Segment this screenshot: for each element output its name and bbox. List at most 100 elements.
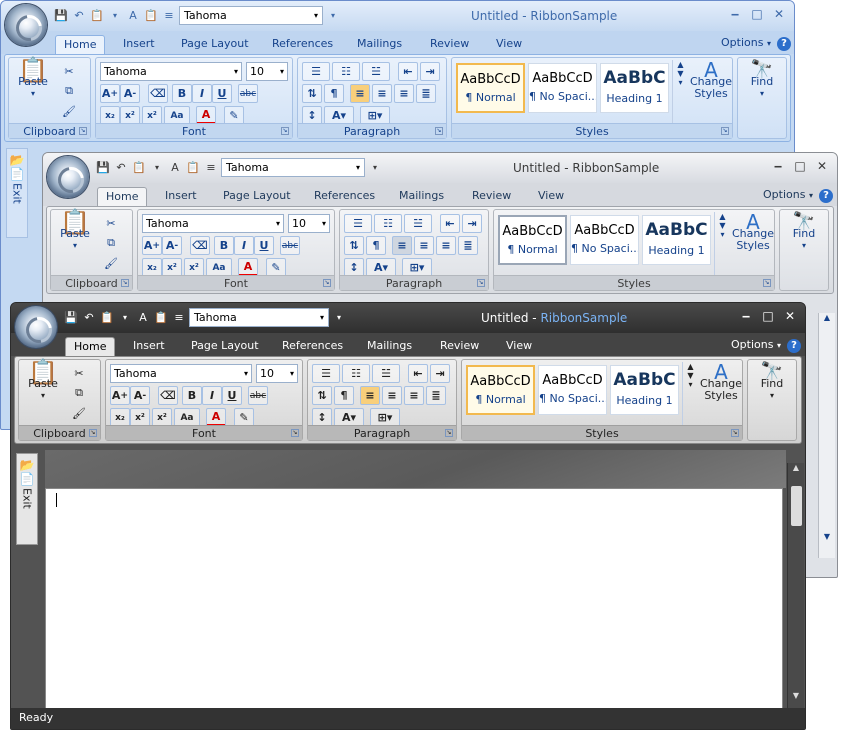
bold-icon[interactable]: B xyxy=(172,84,192,103)
font-size-combo[interactable]: 10 ▾ xyxy=(256,364,298,383)
application-button[interactable] xyxy=(15,306,57,348)
clear-formatting-icon[interactable]: ⌫ xyxy=(148,84,168,103)
title-bar[interactable]: 💾 ↶ 📋 ▾ A 📋 ≡ Tahoma ▾ ▾ Untitled - Ribbo… xyxy=(1,1,794,31)
style-heading-1[interactable]: AaBbC Heading 1 xyxy=(610,365,679,415)
close-button[interactable]: ✕ xyxy=(770,6,788,22)
minimize-button[interactable]: ‒ xyxy=(737,308,755,324)
save-icon[interactable]: 💾 xyxy=(53,8,69,24)
maximize-button[interactable]: □ xyxy=(748,6,766,22)
title-bar[interactable]: 💾 ↶ 📋 ▾ A 📋 ≡ Tahoma ▾ ▾ Untitled - Ribbo… xyxy=(11,303,805,333)
dialog-launcher-icon[interactable]: ↘ xyxy=(121,279,129,287)
tab-home[interactable]: Home xyxy=(55,35,106,54)
style-heading-1[interactable]: AaBbC Heading 1 xyxy=(642,215,711,265)
paste-button[interactable]: 📋 Paste ▾ xyxy=(13,58,53,100)
open-icon[interactable]: 📂 xyxy=(7,153,27,167)
scroll-down-icon[interactable]: ▼ xyxy=(819,532,835,541)
font-size-combo[interactable]: 10 ▾ xyxy=(246,62,288,81)
tab-references[interactable]: References xyxy=(306,187,383,206)
align-center-icon[interactable]: ≡ xyxy=(414,236,434,255)
align-right-icon[interactable]: ≡ xyxy=(394,84,414,103)
sort-icon[interactable]: ⇅ xyxy=(302,84,322,103)
scroll-up-icon[interactable]: ▲ xyxy=(788,463,804,472)
style-no-spacing[interactable]: AaBbCcD ¶ No Spaci... xyxy=(528,63,597,113)
font-name-combo[interactable]: Tahoma ▾ xyxy=(110,364,252,383)
paste-icon[interactable]: 📋 xyxy=(131,160,147,176)
change-styles-button[interactable]: A Change Styles xyxy=(690,60,732,100)
style-no-spacing[interactable]: AaBbCcD ¶ No Spaci... xyxy=(570,215,639,265)
paste-icon[interactable]: 📋 xyxy=(99,310,115,326)
paste-button[interactable]: 📋 Paste ▾ xyxy=(55,210,95,252)
font-name-combo[interactable]: Tahoma ▾ xyxy=(100,62,242,81)
multilevel-list-icon[interactable]: ☱ xyxy=(372,364,400,383)
options-menu[interactable]: Options ▾? xyxy=(763,188,833,203)
italic-icon[interactable]: I xyxy=(202,386,222,405)
tab-page-layout[interactable]: Page Layout xyxy=(215,187,299,206)
tab-references[interactable]: References xyxy=(264,35,341,54)
numbering-icon[interactable]: ☷ xyxy=(374,214,402,233)
grow-font-icon[interactable]: A + xyxy=(142,236,162,255)
document-editor[interactable] xyxy=(45,488,783,709)
dialog-launcher-icon[interactable]: ↘ xyxy=(731,429,739,437)
undo-icon[interactable]: ↶ xyxy=(113,160,129,176)
bullets-icon[interactable]: ☰ xyxy=(344,214,372,233)
align-left-icon[interactable]: ≡ xyxy=(350,84,370,103)
style-normal[interactable]: AaBbCcD ¶ Normal xyxy=(498,215,567,265)
application-button[interactable] xyxy=(47,156,89,198)
font-color-icon[interactable]: A xyxy=(167,160,183,176)
qat-font-box[interactable]: Tahoma ▾ xyxy=(189,308,329,327)
cut-icon[interactable]: ✂ xyxy=(101,214,121,232)
maximize-button[interactable]: □ xyxy=(791,158,809,174)
vertical-scrollbar[interactable]: ▲ ▼ xyxy=(818,313,835,558)
dropdown-arrow-icon[interactable]: ▾ xyxy=(149,160,165,176)
underline-icon[interactable]: U xyxy=(212,84,232,103)
dropdown-arrow-icon[interactable]: ▾ xyxy=(107,8,123,24)
dialog-launcher-icon[interactable]: ↘ xyxy=(89,429,97,437)
strikethrough-icon[interactable]: abc xyxy=(280,236,300,255)
tab-review[interactable]: Review xyxy=(464,187,519,206)
tab-mailings[interactable]: Mailings xyxy=(359,337,420,356)
change-styles-button[interactable]: A Change Styles xyxy=(700,362,742,402)
align-icon[interactable]: ≡ xyxy=(161,8,177,24)
options-menu[interactable]: Options ▾? xyxy=(731,338,801,353)
italic-icon[interactable]: I xyxy=(192,84,212,103)
shrink-font-icon[interactable]: A- xyxy=(120,84,140,103)
align-right-icon[interactable]: ≡ xyxy=(436,236,456,255)
tab-home[interactable]: Home xyxy=(65,337,116,356)
decrease-indent-icon[interactable]: ⇤ xyxy=(398,62,418,81)
tab-mailings[interactable]: Mailings xyxy=(391,187,452,206)
customize-qat-icon[interactable]: ▾ xyxy=(325,8,341,24)
help-icon[interactable]: ? xyxy=(818,189,833,203)
copy-icon[interactable]: ⧉ xyxy=(101,234,121,252)
align-left-icon[interactable]: ≡ xyxy=(392,236,412,255)
tab-page-layout[interactable]: Page Layout xyxy=(173,35,257,54)
decrease-indent-icon[interactable]: ⇤ xyxy=(408,364,428,383)
qat-font-box[interactable]: Tahoma ▾ xyxy=(221,158,365,177)
help-icon[interactable]: ? xyxy=(776,37,791,51)
multilevel-list-icon[interactable]: ☱ xyxy=(362,62,390,81)
find-button[interactable]: 🔭 Find ▾ xyxy=(784,213,824,252)
copy-icon[interactable]: ⧉ xyxy=(59,82,79,100)
bullets-icon[interactable]: ☰ xyxy=(302,62,330,81)
exit-label[interactable]: Exit xyxy=(21,488,34,509)
paste-special-icon[interactable]: 📋 xyxy=(143,8,159,24)
numbering-icon[interactable]: ☷ xyxy=(342,364,370,383)
increase-indent-icon[interactable]: ⇥ xyxy=(462,214,482,233)
tab-insert[interactable]: Insert xyxy=(157,187,205,206)
cut-icon[interactable]: ✂ xyxy=(59,62,79,80)
dialog-launcher-icon[interactable]: ↘ xyxy=(79,127,87,135)
tab-insert[interactable]: Insert xyxy=(125,337,173,356)
style-normal[interactable]: AaBbCcD ¶ Normal xyxy=(456,63,525,113)
underline-icon[interactable]: U xyxy=(222,386,242,405)
tab-mailings[interactable]: Mailings xyxy=(349,35,410,54)
sort-icon[interactable]: ⇅ xyxy=(312,386,332,405)
copy-icon[interactable]: ⧉ xyxy=(69,384,89,402)
font-name-combo[interactable]: Tahoma ▾ xyxy=(142,214,284,233)
paste-icon[interactable]: 📋 xyxy=(89,8,105,24)
application-button[interactable] xyxy=(5,4,47,46)
minimize-button[interactable]: ‒ xyxy=(769,158,787,174)
new-icon[interactable]: 📄 xyxy=(17,472,37,486)
format-painter-icon[interactable]: 🖌 xyxy=(101,254,121,272)
find-button[interactable]: 🔭 Find ▾ xyxy=(742,61,782,100)
align-center-icon[interactable]: ≡ xyxy=(382,386,402,405)
minimize-button[interactable]: ‒ xyxy=(726,6,744,22)
